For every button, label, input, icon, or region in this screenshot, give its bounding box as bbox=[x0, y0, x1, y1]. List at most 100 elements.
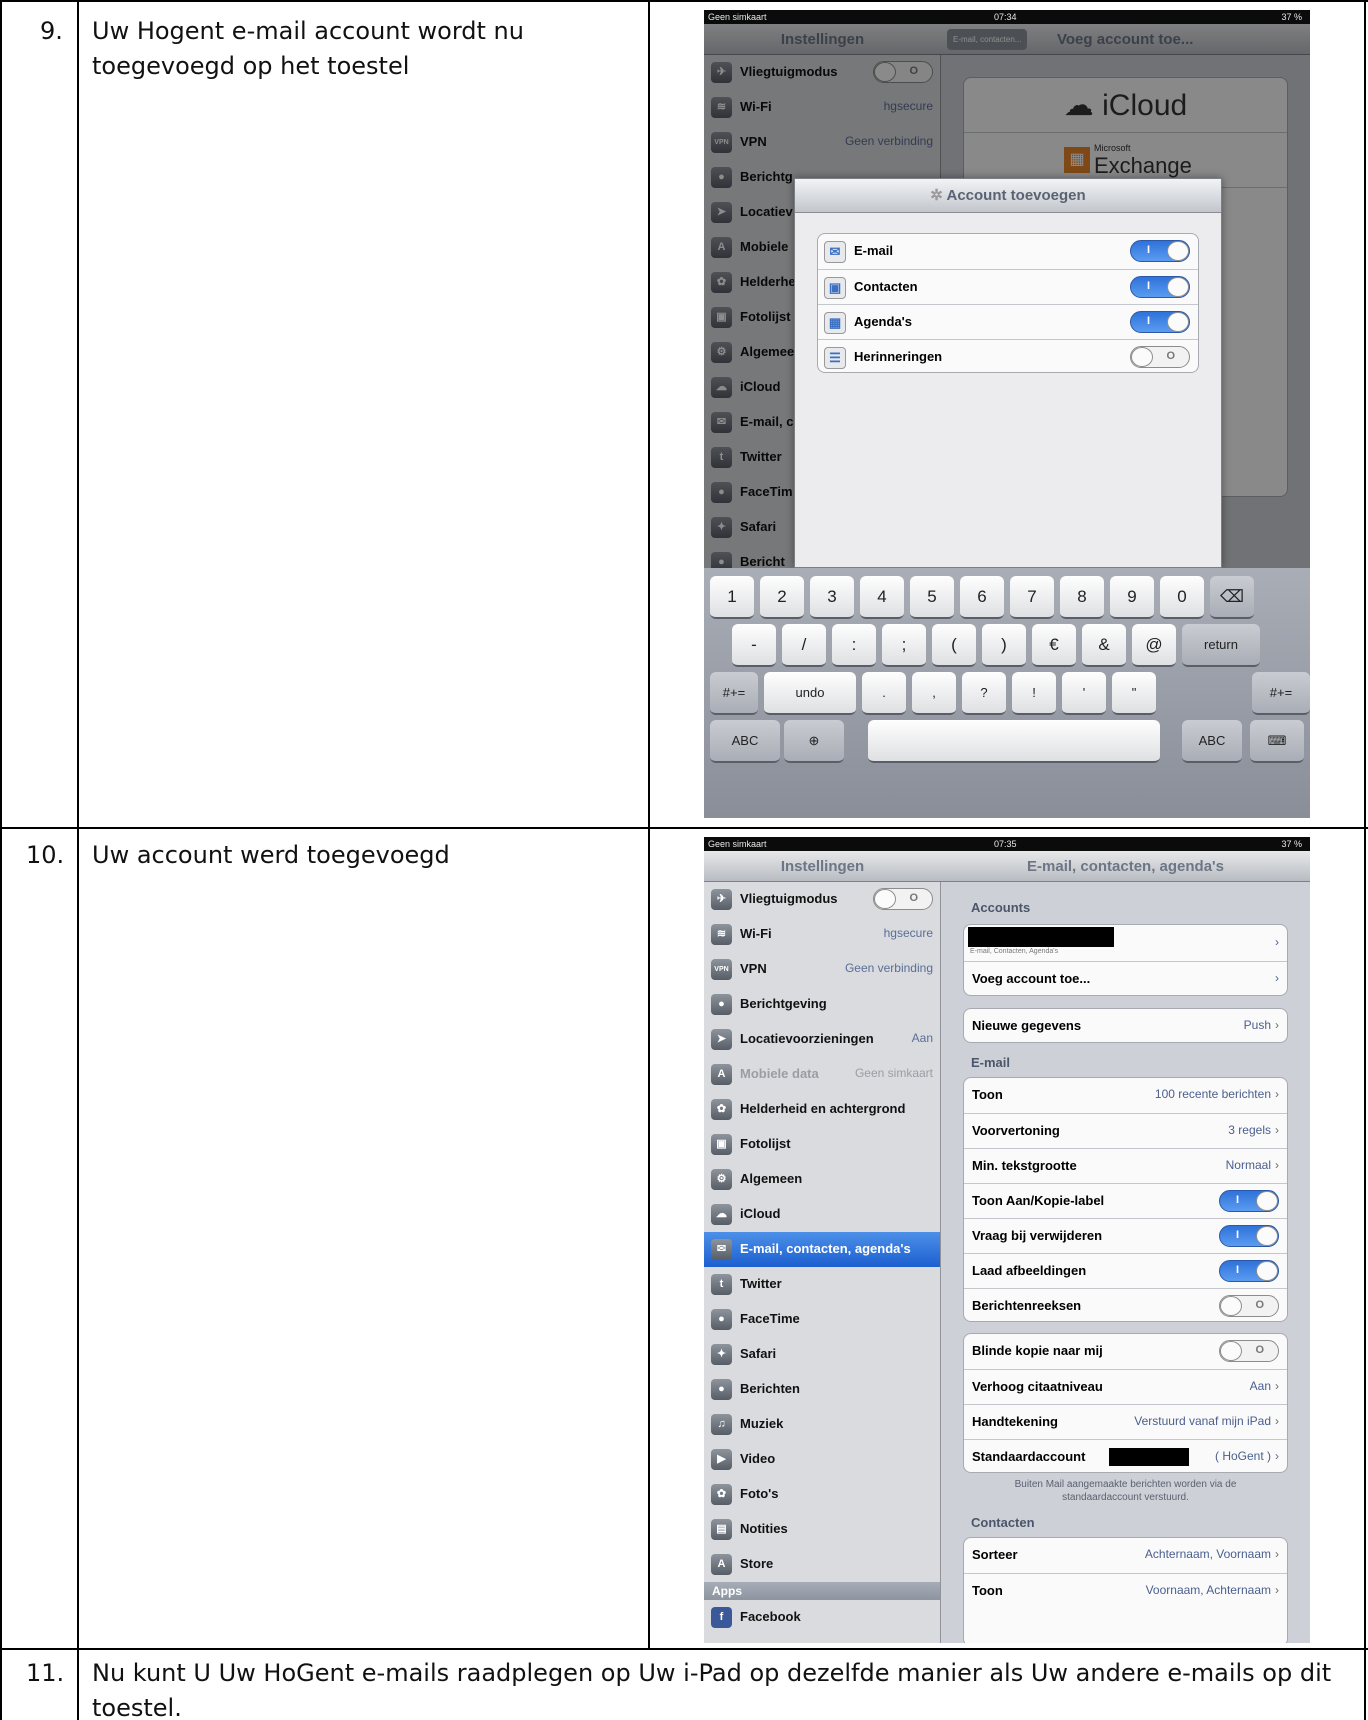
toggle-switch[interactable]: O bbox=[873, 888, 933, 910]
settings-row[interactable]: Sorteer Achternaam, Voornaam › bbox=[964, 1538, 1287, 1573]
key[interactable]: " bbox=[1112, 672, 1156, 715]
settings-row[interactable]: Laad afbeeldingen I bbox=[964, 1253, 1287, 1288]
toggle-switch[interactable]: I bbox=[1130, 276, 1190, 298]
sidebar-item[interactable]: ▣ Fotolijst bbox=[704, 1127, 940, 1162]
sidebar-item[interactable]: ▤ Notities bbox=[704, 1512, 940, 1547]
key[interactable]: & bbox=[1082, 624, 1126, 667]
contacts-icon: ▣ bbox=[824, 277, 846, 299]
sidebar-item[interactable]: t Twitter bbox=[704, 1267, 940, 1302]
sidebar-item[interactable]: ♫ Muziek bbox=[704, 1407, 940, 1442]
sync-option-row[interactable]: ▦ Agenda's I bbox=[818, 304, 1198, 339]
key[interactable]: - bbox=[732, 624, 776, 667]
settings-row[interactable]: Toon Aan/Kopie-label I bbox=[964, 1183, 1287, 1218]
settings-row[interactable]: Standaardaccount ( HoGent ) › bbox=[964, 1439, 1287, 1472]
key[interactable]: 1 bbox=[710, 576, 754, 619]
key[interactable]: ; bbox=[882, 624, 926, 667]
sync-option-row[interactable]: ✉ E-mail I bbox=[818, 234, 1198, 269]
key[interactable]: 7 bbox=[1010, 576, 1054, 619]
settings-row[interactable]: Toon Voornaam, Achternaam › bbox=[964, 1573, 1287, 1608]
apps-section-header: Apps bbox=[704, 1582, 940, 1600]
step-number: 10. bbox=[26, 841, 65, 869]
sidebar-item[interactable]: ✈ Vliegtuigmodus O bbox=[704, 882, 940, 917]
sync-option-row[interactable]: ▣ Contacten I bbox=[818, 269, 1198, 304]
key[interactable]: ! bbox=[1012, 672, 1056, 715]
sidebar-item[interactable]: A Store bbox=[704, 1547, 940, 1582]
sidebar-item[interactable]: ✿ Helderheid en achtergrond bbox=[704, 1092, 940, 1127]
sidebar-item[interactable]: ☁ iCloud bbox=[704, 1197, 940, 1232]
sidebar-item[interactable]: ⚙ Algemeen bbox=[704, 1162, 940, 1197]
fetch-row[interactable]: Nieuwe gegevens Push › bbox=[964, 1009, 1287, 1042]
fetch-value: Push › bbox=[1243, 1018, 1279, 1032]
key[interactable]: , bbox=[912, 672, 956, 715]
key[interactable]: 8 bbox=[1060, 576, 1104, 619]
settings-row[interactable]: Handtekening Verstuurd vanaf mijn iPad › bbox=[964, 1404, 1287, 1439]
hogent-account-row[interactable]: E-mail, Contacten, Agenda's › bbox=[964, 925, 1287, 961]
key[interactable]: € bbox=[1032, 624, 1076, 667]
key[interactable]: 5 bbox=[910, 576, 954, 619]
chevron-right-icon: › bbox=[1275, 1449, 1279, 1463]
mail-icon: ✉ bbox=[711, 1239, 732, 1260]
sidebar-item[interactable]: ● Berichten bbox=[704, 1372, 940, 1407]
key[interactable]: 4 bbox=[860, 576, 904, 619]
key[interactable]: ⌫ bbox=[1210, 576, 1254, 619]
toggle-switch[interactable]: I bbox=[1219, 1225, 1279, 1247]
settings-row[interactable]: Vraag bij verwijderen I bbox=[964, 1218, 1287, 1253]
key[interactable]: @ bbox=[1132, 624, 1176, 667]
sync-option-label: Agenda's bbox=[854, 314, 912, 329]
settings-row[interactable]: Verhoog citaatniveau Aan › bbox=[964, 1369, 1287, 1404]
toggle-switch[interactable]: O bbox=[1219, 1295, 1279, 1317]
globe-icon[interactable]: ⊕ bbox=[784, 720, 844, 763]
toggle-knob bbox=[1256, 1191, 1278, 1211]
toggle-switch[interactable]: I bbox=[1130, 311, 1190, 333]
settings-row-value: 3 regels › bbox=[1228, 1123, 1279, 1137]
key[interactable]: ? bbox=[962, 672, 1006, 715]
sidebar-item[interactable]: ● FaceTime bbox=[704, 1302, 940, 1337]
sync-options: ✉ E-mail I ▣ Contacten I ▦ Agenda's I ☰ Herinnerin… bbox=[817, 233, 1199, 373]
settings-row[interactable]: Min. tekstgrootte Normaal › bbox=[964, 1148, 1287, 1183]
settings-row[interactable]: Blinde kopie naar mij O bbox=[964, 1334, 1287, 1369]
settings-row-label: Berichtenreeksen bbox=[972, 1298, 1082, 1313]
add-account-row[interactable]: Voeg account toe... › bbox=[964, 961, 1287, 995]
sidebar-item[interactable]: ✉ E-mail, contacten, agenda's bbox=[704, 1232, 940, 1267]
settings-row[interactable]: Berichtenreeksen O bbox=[964, 1288, 1287, 1321]
sidebar-item[interactable]: ▶ Video bbox=[704, 1442, 940, 1477]
settings-row[interactable]: Toon 100 recente berichten › bbox=[964, 1078, 1287, 1113]
sidebar-item[interactable]: ✦ Safari bbox=[704, 1337, 940, 1372]
key[interactable]: ABC bbox=[710, 720, 780, 763]
keyboard-dismiss-icon[interactable]: ⌨ bbox=[1250, 720, 1304, 763]
key[interactable]: ABC bbox=[1182, 720, 1242, 763]
toggle-switch[interactable]: I bbox=[1130, 240, 1190, 262]
sync-option-row[interactable]: ☰ Herinneringen O bbox=[818, 339, 1198, 372]
sidebar-item[interactable]: f Facebook bbox=[704, 1600, 940, 1635]
key[interactable]: undo bbox=[764, 672, 856, 715]
key[interactable]: : bbox=[832, 624, 876, 667]
sidebar-item[interactable]: ➤ Locatievoorzieningen Aan bbox=[704, 1022, 940, 1057]
sidebar-item[interactable]: ● Berichtgeving bbox=[704, 987, 940, 1022]
key[interactable]: #+= bbox=[1252, 672, 1310, 715]
sidebar-item[interactable]: A Mobiele data Geen simkaart bbox=[704, 1057, 940, 1092]
key[interactable]: #+= bbox=[710, 672, 758, 715]
key[interactable]: . bbox=[862, 672, 906, 715]
key[interactable]: 3 bbox=[810, 576, 854, 619]
settings-row-label: Min. tekstgrootte bbox=[972, 1158, 1077, 1173]
toggle-switch[interactable]: I bbox=[1219, 1260, 1279, 1282]
sidebar-item[interactable]: ✿ Foto's bbox=[704, 1477, 940, 1512]
toggle-switch[interactable]: O bbox=[1219, 1340, 1279, 1362]
key[interactable]: 9 bbox=[1110, 576, 1154, 619]
step-text: Nu kunt U Uw HoGent e-mails raadplegen o… bbox=[92, 1659, 1332, 1720]
default-account-note: Buiten Mail aangemaakte berichten worden… bbox=[1014, 1479, 1237, 1503]
key[interactable]: 2 bbox=[760, 576, 804, 619]
key[interactable]: / bbox=[782, 624, 826, 667]
key[interactable]: ' bbox=[1062, 672, 1106, 715]
key[interactable]: ) bbox=[982, 624, 1026, 667]
key[interactable]: return bbox=[1182, 624, 1260, 667]
key[interactable]: ( bbox=[932, 624, 976, 667]
settings-row[interactable]: Voorvertoning 3 regels › bbox=[964, 1113, 1287, 1148]
toggle-switch[interactable]: I bbox=[1219, 1190, 1279, 1212]
key[interactable]: 0 bbox=[1160, 576, 1204, 619]
key[interactable] bbox=[868, 720, 1160, 763]
sidebar-item[interactable]: VPN VPN Geen verbinding bbox=[704, 952, 940, 987]
sidebar-item[interactable]: ≋ Wi-Fi hgsecure bbox=[704, 917, 940, 952]
key[interactable]: 6 bbox=[960, 576, 1004, 619]
toggle-switch[interactable]: O bbox=[1130, 346, 1190, 368]
